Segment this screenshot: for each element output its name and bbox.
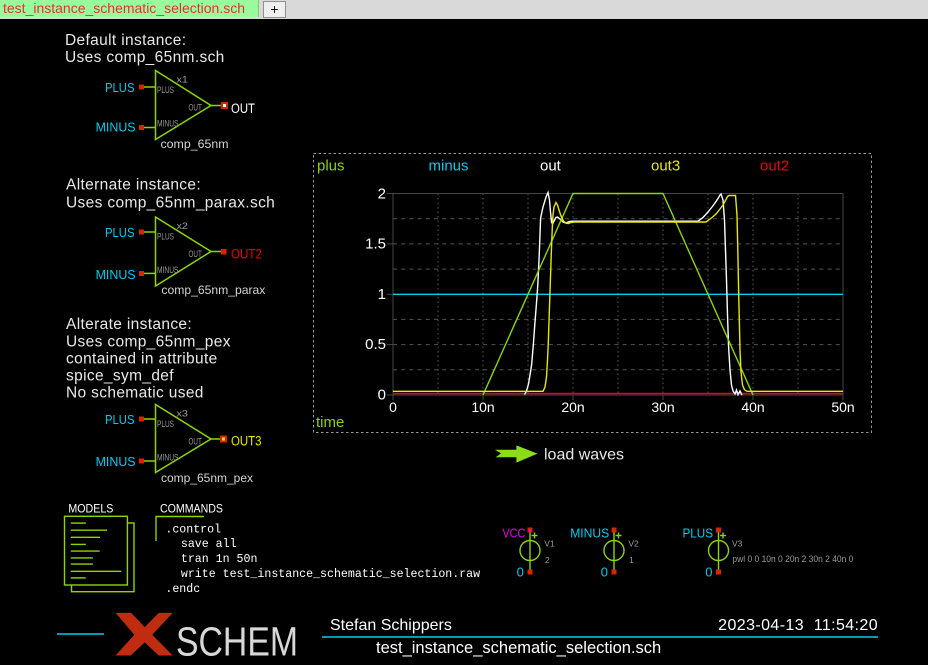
svg-text:V3: V3 — [732, 538, 743, 548]
svg-text:PLUS: PLUS — [105, 413, 135, 427]
svg-text:OUT2: OUT2 — [231, 246, 262, 261]
svg-text:MINUS: MINUS — [96, 121, 136, 135]
svg-text:out2: out2 — [760, 158, 789, 175]
svg-text:comp_65nm: comp_65nm — [161, 137, 229, 151]
svg-text:OUT3: OUT3 — [231, 433, 262, 448]
svg-text:MINUS: MINUS — [157, 452, 179, 463]
svg-text:OUT: OUT — [189, 437, 202, 448]
svg-text:Uses comp_65nm_pex: Uses comp_65nm_pex — [66, 334, 231, 351]
svg-text:time: time — [316, 414, 344, 431]
svg-text:load waves: load waves — [544, 447, 624, 464]
svg-text:Alternate instance:: Alternate instance: — [66, 177, 201, 194]
svg-text:PLUS: PLUS — [105, 226, 135, 240]
svg-text:contained in attribute: contained in attribute — [66, 351, 218, 368]
svg-text:PLUS: PLUS — [157, 85, 174, 96]
svg-text:PLUS: PLUS — [105, 81, 135, 95]
svg-text:10n: 10n — [471, 399, 494, 415]
svg-text:pwl 0 0 10n 0 20n 2 30n 2 40n: pwl 0 0 10n 0 20n 2 30n 2 40n 0 — [732, 554, 853, 564]
svg-text:0: 0 — [378, 387, 386, 404]
svg-text:.endc: .endc — [165, 583, 200, 596]
svg-text:spice_sym_def: spice_sym_def — [66, 368, 174, 385]
svg-text:No schematic used: No schematic used — [66, 385, 204, 402]
svg-text:Uses comp_65nm_parax.sch: Uses comp_65nm_parax.sch — [66, 195, 275, 212]
svg-text:MODELS: MODELS — [68, 501, 113, 515]
svg-text:plus: plus — [317, 158, 345, 175]
svg-text:V2: V2 — [628, 538, 639, 548]
svg-text:20n: 20n — [561, 399, 584, 415]
svg-text:out: out — [540, 158, 562, 175]
svg-text:save all: save all — [181, 538, 237, 551]
svg-text:x3: x3 — [177, 409, 189, 420]
svg-text:out3: out3 — [651, 158, 680, 175]
svg-text:PLUS: PLUS — [683, 526, 714, 540]
svg-text:V1: V1 — [544, 538, 555, 548]
svg-text:comp_65nm_pex: comp_65nm_pex — [161, 471, 253, 485]
svg-text:x2: x2 — [177, 221, 189, 232]
svg-text:COMMANDS: COMMANDS — [160, 501, 223, 515]
svg-text:2023-04-13 11:54:20: 2023-04-13 11:54:20 — [718, 617, 878, 634]
svg-text:MINUS: MINUS — [157, 118, 179, 129]
svg-text:OUT: OUT — [189, 103, 202, 114]
svg-text:MINUS: MINUS — [96, 455, 136, 469]
svg-text:Stefan Schippers: Stefan Schippers — [330, 617, 452, 634]
svg-text:30n: 30n — [651, 399, 674, 415]
svg-text:minus: minus — [429, 158, 469, 175]
svg-text:write test_instance_schematic_: write test_instance_schematic_selection.… — [181, 568, 480, 581]
svg-text:MINUS: MINUS — [570, 526, 609, 540]
svg-text:40n: 40n — [741, 399, 764, 415]
svg-text:MINUS: MINUS — [157, 265, 179, 276]
svg-text:Uses comp_65nm.sch: Uses comp_65nm.sch — [65, 49, 225, 66]
svg-text:1: 1 — [378, 286, 386, 303]
svg-text:test_instance_schematic_select: test_instance_schematic_selection.sch — [376, 639, 661, 657]
svg-text:1.5: 1.5 — [365, 236, 386, 253]
svg-text:comp_65nm_parax: comp_65nm_parax — [161, 283, 265, 297]
svg-text:VCC: VCC — [502, 526, 525, 540]
svg-text:0: 0 — [705, 565, 712, 580]
svg-text:0: 0 — [517, 565, 524, 580]
svg-text:2: 2 — [545, 555, 550, 565]
svg-text:0: 0 — [389, 399, 397, 415]
svg-text:MINUS: MINUS — [96, 268, 136, 282]
svg-text:OUT: OUT — [231, 101, 255, 116]
svg-text:SCHEM: SCHEM — [176, 619, 298, 665]
svg-text:Default instance:: Default instance: — [65, 32, 186, 49]
svg-text:PLUS: PLUS — [157, 419, 174, 430]
svg-text:.control: .control — [165, 524, 221, 537]
svg-text:0: 0 — [601, 565, 608, 580]
svg-text:1: 1 — [629, 555, 634, 565]
svg-text:Alterate instance:: Alterate instance: — [66, 316, 192, 333]
svg-text:x1: x1 — [177, 75, 189, 86]
svg-text:PLUS: PLUS — [157, 232, 174, 243]
svg-text:50n: 50n — [831, 399, 854, 415]
svg-text:0.5: 0.5 — [365, 336, 386, 353]
svg-text:OUT: OUT — [189, 249, 202, 260]
svg-text:tran 1n 50n: tran 1n 50n — [181, 553, 258, 566]
svg-text:2: 2 — [378, 185, 386, 202]
